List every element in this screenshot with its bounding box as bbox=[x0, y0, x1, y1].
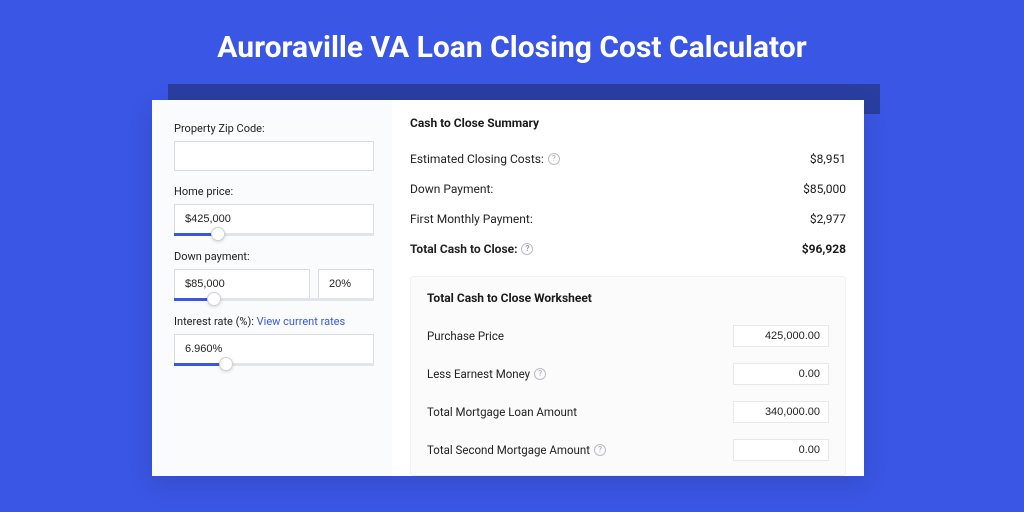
worksheet-row-input[interactable] bbox=[733, 363, 829, 385]
calculator-card: Property Zip Code: Home price: Down paym… bbox=[152, 100, 864, 476]
worksheet-row-label: Less Earnest Money bbox=[427, 367, 530, 381]
summary-row-value: $8,951 bbox=[810, 152, 846, 166]
down-payment-slider[interactable] bbox=[174, 298, 374, 301]
home-price-input[interactable] bbox=[174, 204, 374, 234]
summary-total-value: $96,928 bbox=[802, 242, 846, 256]
down-payment-input[interactable] bbox=[174, 269, 310, 299]
zip-field: Property Zip Code: bbox=[174, 122, 374, 171]
home-price-label: Home price: bbox=[174, 185, 374, 198]
interest-rate-label-text: Interest rate (%): bbox=[174, 315, 254, 328]
interest-rate-label: Interest rate (%): View current rates bbox=[174, 315, 374, 328]
worksheet-rows: Purchase Price Less Earnest Money? Total M… bbox=[427, 317, 829, 469]
down-payment-percent-input[interactable] bbox=[318, 269, 374, 299]
view-rates-link[interactable]: View current rates bbox=[257, 315, 346, 328]
page-title: Auroraville VA Loan Closing Cost Calcula… bbox=[0, 0, 1024, 83]
summary-row: First Monthly Payment: $2,977 bbox=[410, 204, 846, 234]
help-icon[interactable]: ? bbox=[594, 444, 606, 456]
worksheet-title: Total Cash to Close Worksheet bbox=[427, 291, 829, 305]
worksheet-row-input[interactable] bbox=[733, 401, 829, 423]
summary-title: Cash to Close Summary bbox=[410, 116, 846, 130]
down-payment-field: Down payment: bbox=[174, 250, 374, 301]
worksheet-row: Less Earnest Money? bbox=[427, 355, 829, 393]
zip-input[interactable] bbox=[174, 141, 374, 171]
worksheet-row-label: Purchase Price bbox=[427, 329, 504, 343]
interest-rate-slider[interactable] bbox=[174, 363, 374, 366]
summary-row-label: Estimated Closing Costs: bbox=[410, 152, 544, 166]
results-panel: Cash to Close Summary Estimated Closing … bbox=[392, 100, 864, 476]
zip-label: Property Zip Code: bbox=[174, 122, 374, 135]
worksheet-row-input[interactable] bbox=[733, 325, 829, 347]
summary-row: Estimated Closing Costs:? $8,951 bbox=[410, 144, 846, 174]
down-payment-slider-thumb[interactable] bbox=[207, 292, 221, 306]
worksheet-row: Total Second Mortgage Amount? bbox=[427, 431, 829, 469]
summary-rows: Estimated Closing Costs:? $8,951 Down Paym… bbox=[410, 144, 846, 234]
worksheet-row-label: Total Second Mortgage Amount bbox=[427, 443, 590, 457]
home-price-slider-thumb[interactable] bbox=[211, 227, 225, 241]
summary-row: Down Payment: $85,000 bbox=[410, 174, 846, 204]
down-payment-label: Down payment: bbox=[174, 250, 374, 263]
worksheet-card: Total Cash to Close Worksheet Purchase P… bbox=[410, 276, 846, 476]
interest-rate-input[interactable] bbox=[174, 334, 374, 364]
summary-row-value: $85,000 bbox=[803, 182, 846, 196]
help-icon[interactable]: ? bbox=[534, 368, 546, 380]
inputs-panel: Property Zip Code: Home price: Down paym… bbox=[152, 100, 392, 476]
summary-total-row: Total Cash to Close: ? $96,928 bbox=[410, 234, 846, 264]
interest-rate-field: Interest rate (%): View current rates bbox=[174, 315, 374, 366]
summary-row-label: First Monthly Payment: bbox=[410, 212, 533, 226]
worksheet-row-input[interactable] bbox=[733, 439, 829, 461]
summary-row-label: Down Payment: bbox=[410, 182, 493, 196]
worksheet-row: Purchase Price bbox=[427, 317, 829, 355]
summary-row-value: $2,977 bbox=[810, 212, 846, 226]
home-price-field: Home price: bbox=[174, 185, 374, 236]
interest-rate-slider-thumb[interactable] bbox=[219, 357, 233, 371]
summary-total-label: Total Cash to Close: bbox=[410, 242, 517, 256]
help-icon[interactable]: ? bbox=[521, 243, 533, 255]
help-icon[interactable]: ? bbox=[548, 153, 560, 165]
home-price-slider[interactable] bbox=[174, 233, 374, 236]
worksheet-row-label: Total Mortgage Loan Amount bbox=[427, 405, 577, 419]
worksheet-row: Total Mortgage Loan Amount bbox=[427, 393, 829, 431]
